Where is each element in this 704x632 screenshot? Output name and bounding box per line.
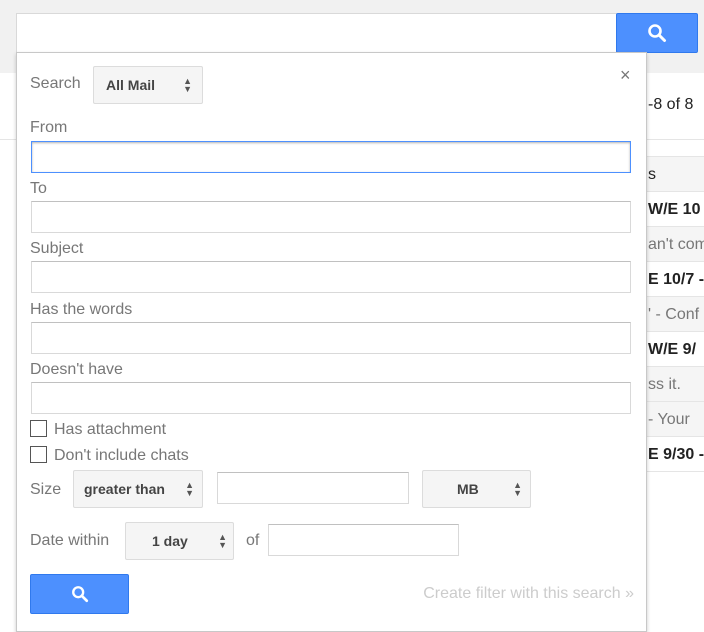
to-input[interactable] bbox=[31, 201, 631, 233]
search-scope-select[interactable]: All Mail ▲ ▼ bbox=[93, 66, 203, 104]
doesnt-have-input[interactable] bbox=[31, 382, 631, 414]
has-words-label: Has the words bbox=[30, 301, 133, 318]
no-chats-checkbox[interactable] bbox=[30, 446, 47, 463]
close-icon[interactable]: × bbox=[620, 65, 631, 86]
date-within-label: Date within bbox=[30, 532, 110, 549]
has-attachment-checkbox[interactable] bbox=[30, 420, 47, 437]
size-input[interactable] bbox=[217, 472, 409, 504]
size-label: Size bbox=[30, 481, 62, 498]
size-operator-value: greater than bbox=[84, 481, 165, 497]
from-label: From bbox=[30, 119, 68, 136]
search-scope-value: All Mail bbox=[106, 77, 156, 93]
date-range-select[interactable]: 1 day ▲ ▼ bbox=[125, 522, 234, 560]
search-button[interactable] bbox=[616, 13, 698, 53]
updown-arrow-icon: ▲ ▼ bbox=[513, 480, 522, 498]
search-input[interactable] bbox=[16, 13, 617, 53]
create-filter-link[interactable]: Create filter with this search » bbox=[423, 585, 634, 603]
updown-arrow-icon: ▲ ▼ bbox=[183, 76, 192, 94]
search-icon bbox=[71, 586, 88, 603]
updown-arrow-icon: ▲ ▼ bbox=[185, 480, 194, 498]
pager-count: -8 of 8 bbox=[648, 96, 694, 113]
advanced-search-panel: × Search All Mail ▲ ▼ From To Subject Has … bbox=[16, 52, 647, 632]
doesnt-have-label: Doesn't have bbox=[30, 361, 123, 378]
size-operator-select[interactable]: greater than ▲ ▼ bbox=[73, 470, 203, 508]
date-input[interactable] bbox=[268, 524, 459, 556]
updown-arrow-icon: ▲ ▼ bbox=[218, 532, 227, 550]
subject-input[interactable] bbox=[31, 261, 631, 293]
search-icon bbox=[648, 24, 666, 42]
date-range-value: 1 day bbox=[152, 533, 188, 549]
to-label: To bbox=[30, 180, 47, 197]
of-label: of bbox=[246, 532, 260, 549]
no-chats-label: Don't include chats bbox=[54, 447, 189, 464]
has-attachment-label: Has attachment bbox=[54, 421, 167, 438]
size-unit-select[interactable]: MB ▲ ▼ bbox=[422, 470, 531, 508]
advanced-search-button[interactable] bbox=[30, 574, 129, 614]
has-words-input[interactable] bbox=[31, 322, 631, 354]
subject-label: Subject bbox=[30, 240, 84, 257]
from-input[interactable] bbox=[31, 141, 631, 173]
size-unit-value: MB bbox=[457, 481, 479, 497]
search-scope-label: Search bbox=[30, 75, 81, 92]
